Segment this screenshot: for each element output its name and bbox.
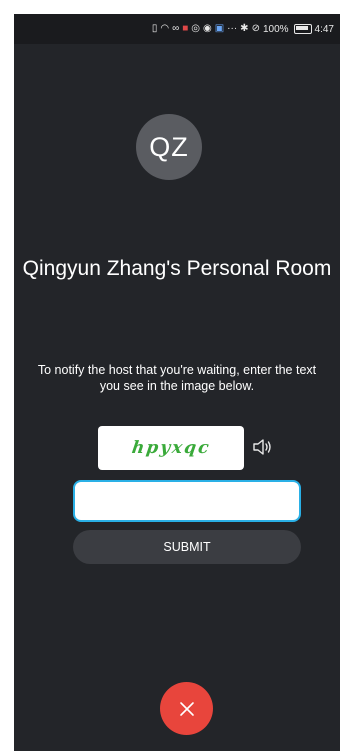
battery-percent: 100% (262, 23, 289, 35)
waiting-instructions: To notify the host that you're waiting, … (37, 363, 317, 393)
captcha-text: hpyxqc (130, 438, 212, 458)
app-icon: ▣ (214, 23, 225, 34)
app-screen: ▯ ◠ ∞ ■ ◎ ◉ ▣ ··· ✱ ⊘ 100% 4:47 QZ Qingy… (14, 14, 340, 751)
chrome-icon: ◉ (202, 23, 212, 34)
captcha-image: hpyxqc (98, 426, 244, 470)
status-bar: ▯ ◠ ∞ ■ ◎ ◉ ▣ ··· ✱ ⊘ 100% 4:47 (14, 14, 340, 44)
sim-icon: ▯ (151, 23, 158, 34)
battery-icon (293, 24, 312, 34)
mute-icon: ⊘ (251, 23, 260, 34)
leave-button[interactable] (160, 682, 213, 735)
captcha-input[interactable] (73, 480, 301, 522)
submit-button[interactable]: SUBMIT (73, 530, 301, 564)
bluetooth-icon: ✱ (240, 23, 249, 34)
room-title: Qingyun Zhang's Personal Room (22, 257, 332, 280)
speaker-icon[interactable] (251, 436, 273, 458)
avatar: QZ (136, 114, 202, 180)
wifi-icon: ◠ (160, 23, 170, 34)
status-time: 4:47 (314, 23, 334, 35)
notification-red-icon: ■ (182, 23, 189, 34)
captcha-row: hpyxqc (98, 426, 278, 470)
vpn-icon: ◎ (191, 23, 200, 34)
link-icon: ∞ (172, 23, 180, 34)
close-icon (179, 701, 194, 716)
more-dots-icon: ··· (227, 23, 238, 34)
